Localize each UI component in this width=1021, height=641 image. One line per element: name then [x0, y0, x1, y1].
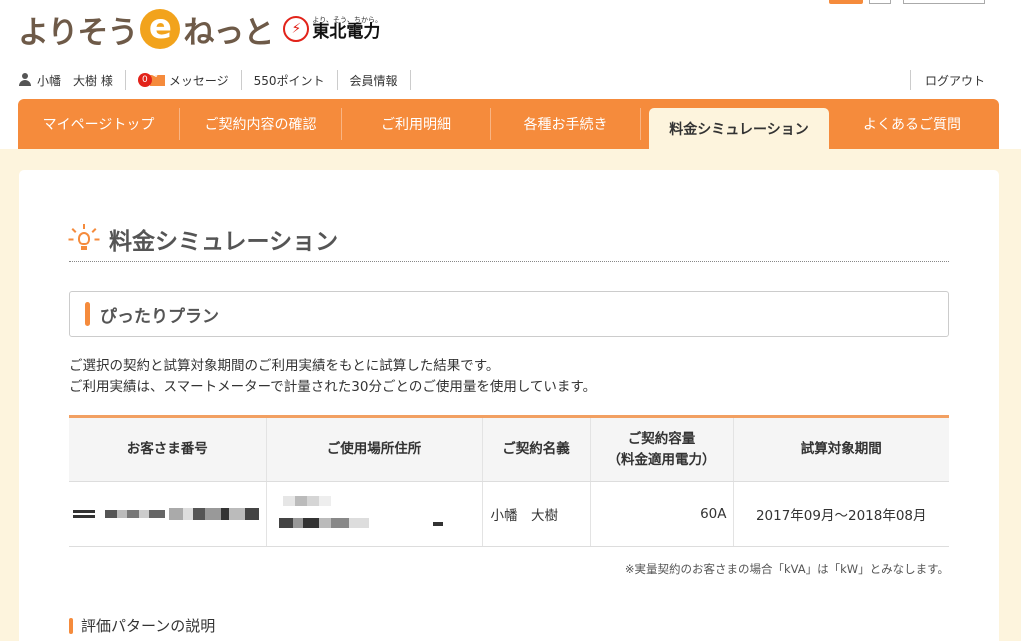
section-title: ぴったりプラン — [100, 306, 219, 327]
nav-item-simulation[interactable]: 料金シミュレーション — [649, 108, 829, 149]
person-icon — [18, 73, 32, 87]
nav-item-contract[interactable]: ご契約内容の確認 — [180, 108, 342, 140]
logout-label: ログアウト — [924, 73, 985, 88]
member-info-link[interactable]: 会員情報 — [338, 70, 411, 90]
main-nav: マイページトップ ご契約内容の確認 ご利用明細 各種お手続き 料金シミュレーショ… — [18, 99, 999, 149]
lightbulb-icon — [68, 223, 100, 254]
font-size-large-button[interactable] — [869, 0, 891, 4]
customer-no-cell — [69, 481, 267, 547]
logout-link[interactable]: ログアウト — [909, 70, 985, 90]
redacted-mark — [282, 496, 331, 506]
company-name: 東北電力 — [312, 22, 381, 42]
address-cell — [266, 481, 483, 547]
header-capacity: ご契約容量 （料金適用電力） — [590, 416, 734, 482]
nav-item-faq[interactable]: よくあるご質問 — [837, 108, 987, 140]
points-label: 550ポイント — [253, 73, 325, 88]
font-size-controls — [823, 0, 985, 4]
eval-bar — [69, 617, 73, 634]
user-name-item: 小幡 大樹 様 — [18, 70, 126, 90]
redacted-mark — [432, 522, 443, 526]
section-header: ぴったりプラン — [69, 291, 949, 337]
description: ご選択の契約と試算対象期間のご利用実績をもとに試算した結果です。 ご利用実績は、… — [69, 356, 596, 398]
logo-text-prefix: よりそう — [18, 14, 138, 51]
logo-e-mark: e — [140, 9, 181, 49]
company-logo: ⚡ より、そう、ちから。 東北電力 — [283, 16, 382, 42]
period-cell: 2017年09月～2018年08月 — [733, 481, 949, 547]
header-capacity-line2: （料金適用電力） — [607, 451, 716, 468]
redacted-mark — [105, 510, 165, 518]
header-address: ご使用場所住所 — [266, 416, 483, 482]
logo-text-suffix: ねっと — [183, 14, 274, 51]
page-title: 料金シミュレーション — [109, 228, 339, 255]
redacted-mark — [169, 508, 259, 520]
font-size-medium-button[interactable] — [829, 0, 863, 4]
site-logo[interactable]: よりそう e ねっと ⚡ より、そう、ちから。 東北電力 — [18, 4, 382, 54]
redacted-customer-no — [73, 510, 95, 513]
contract-name-cell: 小幡 大樹 — [482, 481, 591, 547]
capacity-cell: 60A — [590, 481, 734, 547]
header-capacity-line1: ご契約容量 — [627, 430, 696, 447]
table-note: ※実量契約のお客さまの場合「kVA」は「kW」とみなします。 — [624, 562, 949, 576]
nav-item-procedures[interactable]: 各種お手続き — [491, 108, 641, 140]
messages-label: メッセージ — [168, 73, 229, 88]
lightning-icon: ⚡ — [283, 16, 310, 42]
redacted-mark — [278, 518, 369, 528]
nav-item-mypage-top[interactable]: マイページトップ — [18, 108, 180, 140]
header-contract-name: ご契約名義 — [482, 416, 591, 482]
member-info-label: 会員情報 — [349, 73, 398, 88]
header-customer-no: お客さま番号 — [69, 416, 267, 482]
description-line-1: ご選択の契約と試算対象期間のご利用実績をもとに試算した結果です。 — [69, 358, 500, 374]
eval-section-header: 評価パターンの説明 — [69, 615, 215, 636]
points-link[interactable]: 550ポイント — [242, 70, 338, 90]
contract-table: お客さま番号 ご使用場所住所 ご契約名義 ご契約容量 （料金適用電力） 試算対象… — [69, 415, 949, 547]
nav-item-usage[interactable]: ご利用明細 — [342, 108, 491, 140]
user-bar: 小幡 大樹 様 0 メッセージ 550ポイント 会員情報 ログアウト — [18, 68, 985, 92]
header-period: 試算対象期間 — [733, 416, 949, 482]
eval-title: 評価パターンの説明 — [81, 617, 216, 635]
table-header-row: お客さま番号 ご使用場所住所 ご契約名義 ご契約容量 （料金適用電力） 試算対象… — [69, 416, 949, 482]
page-title-row: 料金シミュレーション — [68, 216, 949, 262]
mail-icon — [149, 74, 165, 86]
header: よりそう e ねっと ⚡ より、そう、ちから。 東北電力 小幡 大樹 様 0 メ… — [0, 0, 1021, 150]
messages-link[interactable]: 0 メッセージ — [126, 70, 242, 90]
table-row: 小幡 大樹 60A 2017年09月～2018年08月 — [69, 481, 949, 547]
message-count-badge: 0 — [137, 73, 152, 87]
description-line-2: ご利用実績は、スマートメーターで計量された30分ごとのご使用量を使用しています。 — [69, 379, 597, 395]
user-name: 小幡 大樹 様 — [37, 73, 113, 88]
header-link-button[interactable] — [903, 0, 985, 4]
section-bar — [85, 302, 90, 326]
main-card: 料金シミュレーション ぴったりプラン ご選択の契約と試算対象期間のご利用実績をも… — [19, 170, 999, 641]
